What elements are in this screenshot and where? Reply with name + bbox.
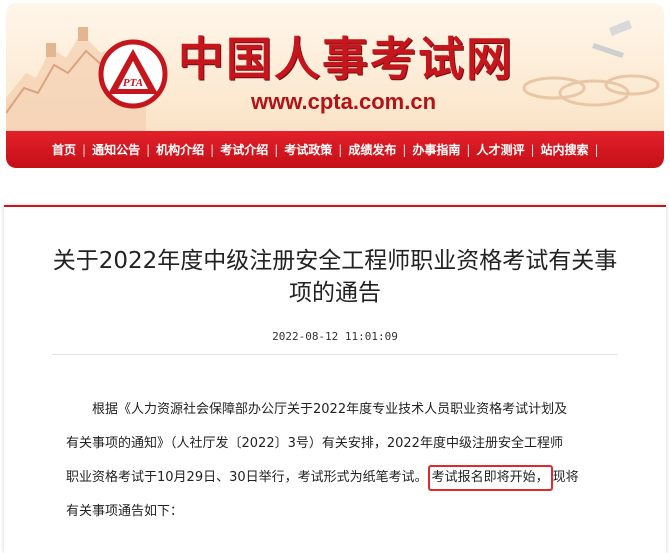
article-card: 关于2022年度中级注册安全工程师职业资格考试有关事项的通告 2022-08-1… bbox=[4, 205, 666, 553]
nav-item-home[interactable]: 首页 bbox=[52, 142, 76, 158]
highlighted-text: 考试报名即将开始， bbox=[427, 465, 553, 491]
divider bbox=[52, 354, 618, 355]
nav-item-about[interactable]: 机构介绍 bbox=[156, 142, 204, 158]
nav-item-exams[interactable]: 考试介绍 bbox=[220, 142, 268, 158]
nav-item-guide[interactable]: 办事指南 bbox=[412, 142, 460, 158]
nav-separator: | bbox=[402, 142, 407, 157]
nav-separator: | bbox=[530, 142, 535, 157]
site-header: PTA 中国人事考试网 www.cpta.com.cn 首页 | 通知公告 | … bbox=[6, 3, 664, 168]
body-text: 职业资格考试于10月29日、30日举行，考试形式为纸笔考试。 bbox=[66, 470, 428, 485]
logo-text: PTA bbox=[123, 77, 143, 89]
nav-separator: | bbox=[338, 142, 343, 157]
body-line: 有关事项的通知》（人社厅发〔2022〕3号）有关安排，2022年度中级注册安全工… bbox=[66, 436, 563, 451]
nav-separator: | bbox=[466, 142, 471, 157]
nav-item-policy[interactable]: 考试政策 bbox=[284, 142, 332, 158]
article-date: 2022-08-12 11:01:09 bbox=[272, 330, 398, 343]
nav-item-assessment[interactable]: 人才测评 bbox=[476, 142, 524, 158]
body-line: 有关事项通告如下： bbox=[66, 504, 184, 519]
body-text: 现将 bbox=[552, 470, 579, 485]
nav-separator: | bbox=[82, 142, 87, 157]
article-body: 根据《人力资源社会保障部办公厅关于2022年度专业技术人员职业资格考试计划及 有… bbox=[66, 393, 606, 529]
olympic-rings-decoration bbox=[522, 20, 660, 107]
nav-separator: | bbox=[274, 142, 279, 157]
nav-item-results[interactable]: 成绩发布 bbox=[348, 142, 396, 158]
nav-separator: | bbox=[210, 142, 215, 157]
pta-logo: PTA bbox=[98, 39, 168, 109]
article-title: 关于2022年度中级注册安全工程师职业资格考试有关事项的通告 bbox=[52, 248, 618, 306]
nav-item-notices[interactable]: 通知公告 bbox=[92, 142, 140, 158]
site-title: 中国人事考试网 bbox=[178, 32, 514, 86]
main-nav: 首页 | 通知公告 | 机构介绍 | 考试介绍 | 考试政策 | 成绩发布 | … bbox=[6, 131, 664, 168]
site-url: www.cpta.com.cn bbox=[251, 89, 437, 114]
nav-separator: | bbox=[146, 142, 151, 157]
body-line: 根据《人力资源社会保障部办公厅关于2022年度专业技术人员职业资格考试计划及 bbox=[92, 402, 568, 417]
body-line: 职业资格考试于10月29日、30日举行，考试形式为纸笔考试。 考试报名即将开始，现… bbox=[66, 461, 606, 495]
nav-separator: | bbox=[594, 142, 599, 157]
nav-item-search[interactable]: 站内搜索 bbox=[541, 142, 589, 158]
